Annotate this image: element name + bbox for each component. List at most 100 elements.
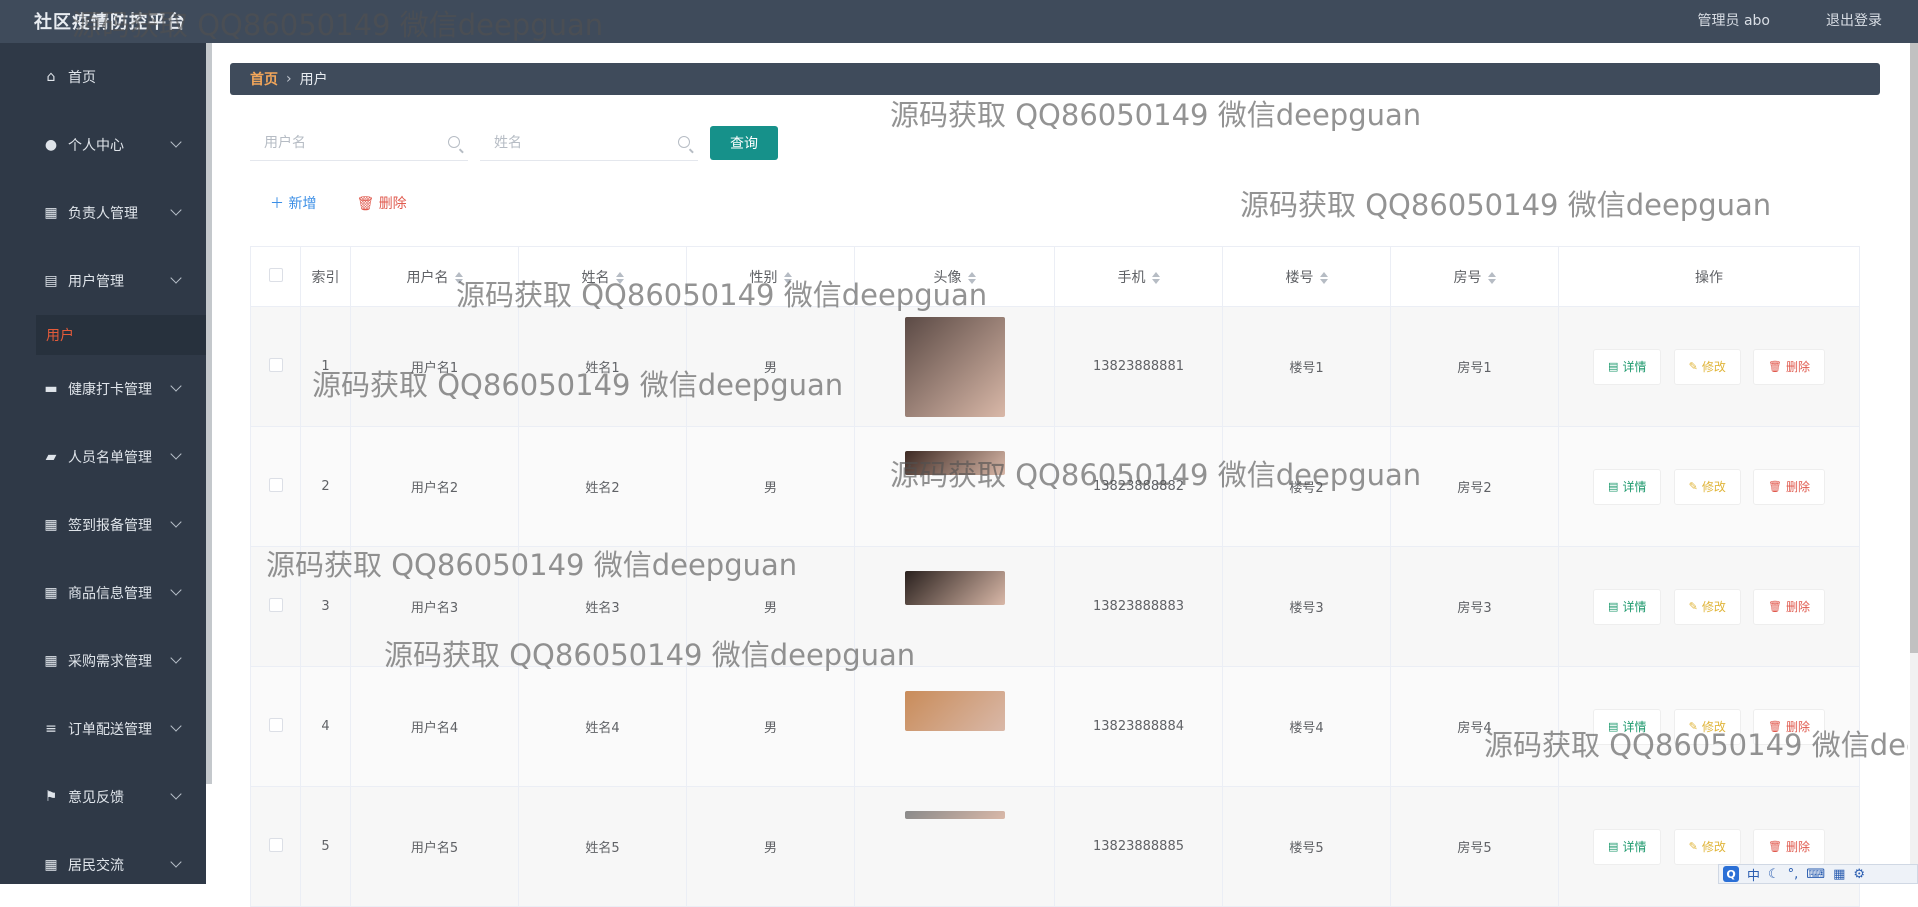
col-name[interactable]: 姓名 (519, 247, 687, 307)
select-all-checkbox[interactable] (269, 268, 283, 282)
edit-label: 修改 (1702, 598, 1726, 615)
row-checkbox[interactable] (269, 718, 283, 732)
edit-button[interactable]: ✎修改 (1674, 349, 1741, 385)
detail-button[interactable]: ▤详情 (1593, 829, 1661, 865)
trash-icon: 🗑 (1768, 600, 1782, 613)
chevron-down-icon (170, 204, 181, 215)
sidebar-item[interactable]: ▦负责人管理 (0, 179, 206, 247)
ime-mode[interactable]: 中 (1747, 865, 1760, 884)
sort-icon[interactable] (784, 272, 792, 284)
sidebar-item[interactable]: ▦采购需求管理 (0, 627, 206, 695)
delete-button[interactable]: 🗑 删除 (1753, 709, 1825, 745)
sidebar-item[interactable]: ▤用户管理 (0, 247, 206, 315)
col-room[interactable]: 房号 (1391, 247, 1559, 307)
username-search-field (250, 125, 468, 161)
breadcrumb-home[interactable]: 首页 (250, 69, 278, 89)
delete-button[interactable]: 🗑删除 (1753, 589, 1825, 625)
row-checkbox[interactable] (269, 478, 283, 492)
detail-button[interactable]: ▤详情 (1593, 349, 1661, 385)
sidebar-item[interactable]: ⌂首页 (0, 43, 206, 111)
delete-label: 删除 (1786, 718, 1810, 735)
row-checkbox[interactable] (269, 358, 283, 372)
chevron-down-icon (170, 856, 181, 867)
sidebar-item-label: 订单配送管理 (68, 719, 152, 739)
sort-icon[interactable] (1320, 272, 1328, 284)
sidebar-item[interactable]: ▦居民交流 (0, 831, 206, 899)
edit-button[interactable]: ✎修改 (1674, 709, 1741, 745)
col-gender[interactable]: 性别 (687, 247, 855, 307)
sidebar-item-label: 负责人管理 (68, 203, 138, 223)
edit-button[interactable]: ✎修改 (1674, 469, 1741, 505)
moon-icon[interactable]: ☾ (1768, 867, 1780, 882)
detail-button[interactable]: ▤ 详情 (1593, 589, 1661, 625)
cell-gender: 男 (687, 667, 855, 787)
cell-building: 楼号3 (1223, 547, 1391, 667)
document-icon: ▤ (1608, 600, 1618, 613)
punctuation-icon[interactable]: °, (1788, 867, 1799, 882)
name-search-input[interactable] (480, 125, 698, 160)
col-phone-label: 手机 (1118, 270, 1146, 286)
cell-avatar (855, 667, 1055, 787)
sidebar-item[interactable]: ▦签到报备管理 (0, 491, 206, 559)
cell-index: 2 (301, 427, 351, 547)
delete-button[interactable]: 🗑删除 (1753, 349, 1825, 385)
edit-button[interactable]: ✎修改 (1674, 589, 1741, 625)
scrollbar-thumb[interactable] (1910, 43, 1918, 653)
avatar (905, 317, 1005, 417)
detail-button[interactable]: ▤详情 (1593, 709, 1661, 745)
chevron-down-icon (170, 448, 181, 459)
cell-ops: ▤详情 ✎修改 🗑 删除 (1559, 667, 1860, 787)
cell-name: 姓名1 (519, 307, 687, 427)
sidebar-subitem-user[interactable]: 用户 (36, 315, 206, 355)
keyboard-icon[interactable]: ⌨ (1806, 867, 1825, 882)
detail-label: 详情 (1622, 598, 1646, 615)
col-phone[interactable]: 手机 (1055, 247, 1223, 307)
cell-index: 3 (301, 547, 351, 667)
username-search-input[interactable] (250, 125, 468, 160)
logout-link[interactable]: 退出登录 (1826, 10, 1882, 30)
sidebar-item[interactable]: ▰人员名单管理 (0, 423, 206, 491)
cell-index: 5 (301, 787, 351, 907)
query-button[interactable]: 查询 (710, 126, 778, 160)
add-button[interactable]: ＋ 新增 (270, 193, 316, 213)
edit-label: 修改 (1702, 718, 1726, 735)
sidebar-item[interactable]: ≡订单配送管理 (0, 695, 206, 763)
col-avatar[interactable]: 头像 (855, 247, 1055, 307)
sort-icon[interactable] (616, 272, 624, 284)
table-actions: ＋ 新增 🗑 删除 (270, 193, 407, 213)
col-username[interactable]: 用户名 (351, 247, 519, 307)
sort-icon[interactable] (1152, 272, 1160, 284)
sidebar-item[interactable]: ▦商品信息管理 (0, 559, 206, 627)
delete-button[interactable]: 🗑删除 (1753, 469, 1825, 505)
detail-label: 详情 (1622, 358, 1646, 375)
sidebar-item[interactable]: ⚑意见反馈 (0, 763, 206, 831)
sidebar-item[interactable]: ●个人中心 (0, 111, 206, 179)
sidebar-item[interactable]: ▬健康打卡管理 (0, 355, 206, 423)
settings-icon[interactable]: ⚙ (1853, 867, 1865, 882)
main-scrollbar[interactable] (1910, 43, 1918, 884)
col-building[interactable]: 楼号 (1223, 247, 1391, 307)
sort-icon[interactable] (968, 272, 976, 284)
pencil-icon: ✎ (1689, 360, 1698, 373)
trash-icon: 🗑 (1768, 720, 1782, 733)
bulk-delete-label: 删除 (379, 196, 407, 212)
sidebar-item-label: 采购需求管理 (68, 651, 152, 671)
sort-icon[interactable] (1488, 272, 1496, 284)
ime-logo-icon[interactable]: Q (1723, 866, 1739, 882)
flag-icon: ⚑ (44, 790, 58, 804)
trash-icon: 🗑 (356, 196, 378, 212)
detail-button[interactable]: ▤详情 (1593, 469, 1661, 505)
col-ops: 操作 (1559, 247, 1860, 307)
cell-phone: 13823888881 (1055, 307, 1223, 427)
delete-button[interactable]: 🗑删除 (1753, 829, 1825, 865)
user-table: 索引 用户名 姓名 性别 头像 手机 楼号 房号 操作 1 用户名1 姓名1 男… (250, 246, 1860, 907)
row-checkbox[interactable] (269, 598, 283, 612)
skin-icon[interactable]: ▦ (1833, 867, 1845, 882)
main-content: 首页 › 用户 查询 ＋ 新增 🗑 删除 索引 用户名 姓名 性别 头像 手机 (212, 43, 1918, 884)
edit-button[interactable]: ✎修改 (1674, 829, 1741, 865)
row-checkbox[interactable] (269, 838, 283, 852)
sort-icon[interactable] (455, 272, 463, 284)
detail-label: 详情 (1622, 838, 1646, 855)
bulk-delete-button[interactable]: 🗑 删除 (356, 193, 406, 213)
col-ops-label: 操作 (1695, 270, 1723, 286)
